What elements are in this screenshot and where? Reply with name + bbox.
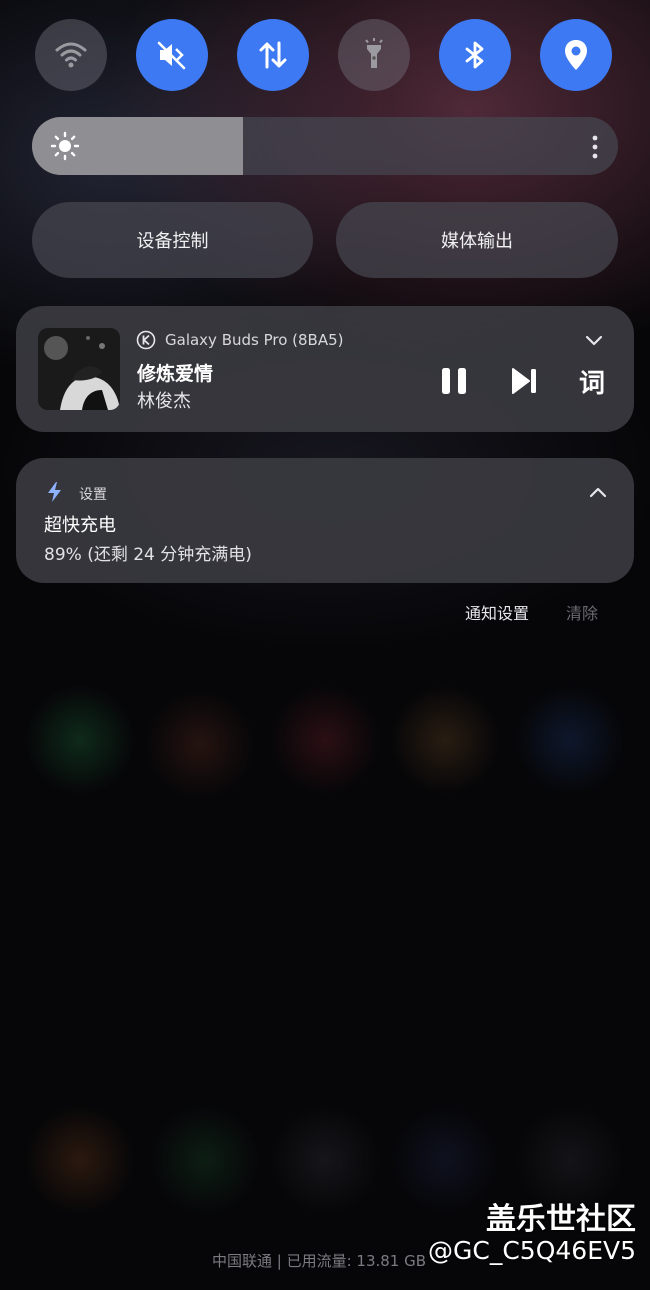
mute-icon	[157, 41, 186, 70]
artist-name: 林俊杰	[137, 391, 191, 412]
notification-app-name: 设置	[79, 487, 107, 503]
bluetooth-icon	[465, 41, 484, 69]
notification-actions: 通知设置 清除	[0, 600, 650, 626]
wifi-toggle[interactable]	[35, 19, 107, 91]
bluetooth-toggle[interactable]	[439, 19, 511, 91]
chevron-down-icon[interactable]	[584, 332, 604, 348]
flashlight-toggle[interactable]	[338, 19, 410, 91]
wallpaper-background	[0, 0, 650, 1290]
media-output-button[interactable]: 媒体输出	[336, 202, 618, 278]
bolt-icon	[48, 482, 61, 502]
carrier-data-usage: 中国联通 | 已用流量: 13.81 GB	[212, 1252, 427, 1270]
notification-body: 89% (还剩 24 分钟充满电)	[44, 545, 252, 565]
song-title: 修炼爱情	[137, 363, 214, 385]
lyrics-button[interactable]: 词	[579, 363, 605, 400]
skip-next-icon[interactable]	[511, 366, 539, 396]
location-icon	[565, 40, 587, 70]
watermark-title: 盖乐世社区	[486, 1202, 636, 1237]
output-device-name: Galaxy Buds Pro (8BA5)	[165, 331, 344, 349]
media-output-label: 媒体输出	[441, 231, 513, 252]
notification-title: 超快充电	[44, 515, 116, 536]
chevron-up-icon[interactable]	[589, 486, 607, 498]
quick-settings-row	[35, 19, 615, 91]
watermark-handle: @GC_C5Q46EV5	[428, 1236, 636, 1265]
location-toggle[interactable]	[540, 19, 612, 91]
wifi-icon	[55, 42, 87, 68]
device-control-label: 设备控制	[136, 231, 209, 252]
clear-button[interactable]: 清除	[566, 600, 598, 624]
device-control-button[interactable]: 设备控制	[32, 202, 313, 278]
album-art	[38, 328, 120, 410]
charging-notification[interactable]: 设置 超快充电 89% (还剩 24 分钟充满电)	[16, 458, 634, 583]
pause-icon[interactable]	[440, 366, 468, 396]
mobile-data-toggle[interactable]	[237, 19, 309, 91]
notification-settings-link[interactable]: 通知设置	[465, 600, 529, 624]
mobile-data-icon	[259, 41, 287, 69]
music-app-icon	[136, 330, 156, 350]
brightness-slider[interactable]	[32, 117, 618, 175]
more-options-icon[interactable]	[590, 134, 600, 160]
flashlight-icon	[365, 38, 383, 68]
media-player-card[interactable]: Galaxy Buds Pro (8BA5) 修炼爱情 林俊杰 词	[16, 306, 634, 432]
sound-mute-toggle[interactable]	[136, 19, 208, 91]
sun-icon	[50, 131, 80, 161]
